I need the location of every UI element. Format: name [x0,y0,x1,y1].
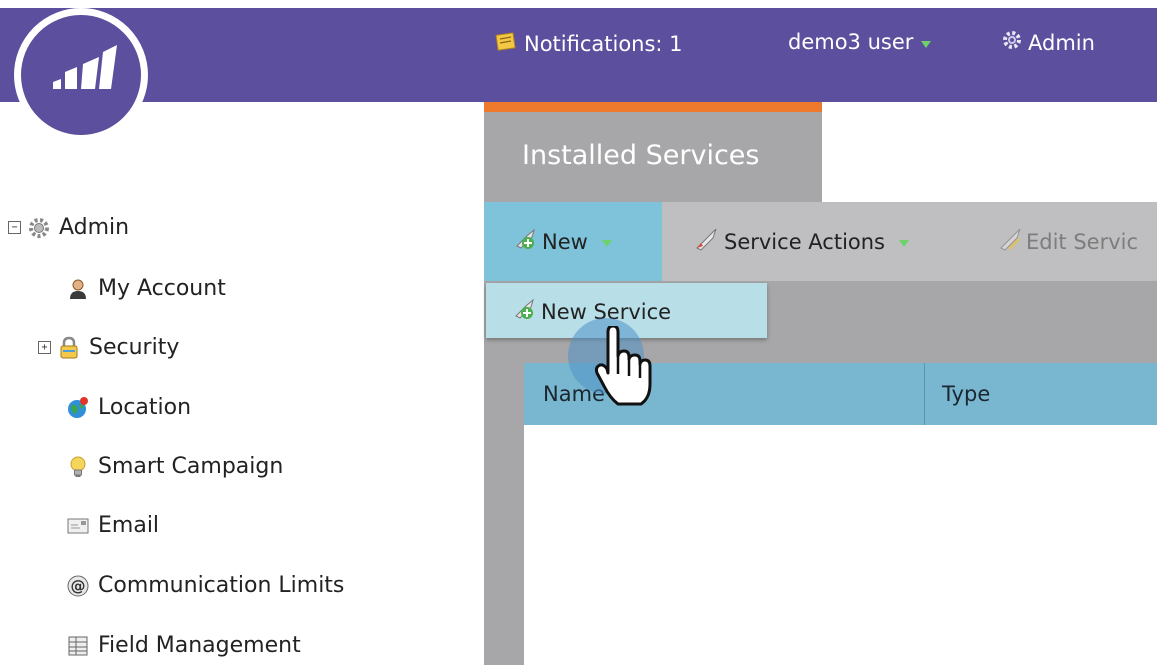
user-icon [66,277,90,301]
rocket-add-icon [514,226,540,257]
rocket-icon [694,226,720,257]
column-header-type[interactable]: Type [942,382,990,406]
sidebar-item-security[interactable]: + Security [38,335,179,360]
sidebar-item-label: Communication Limits [98,573,345,598]
notifications-link[interactable]: Notifications: 1 [494,30,683,57]
sidebar-item-label: Security [89,335,180,360]
service-actions-button[interactable]: Service Actions [694,226,909,257]
user-label: demo3 user [788,30,914,54]
sidebar-item-label: Smart Campaign [98,454,284,479]
tab-installed-services[interactable]: Installed Services [522,140,759,171]
sidebar-item-field-management[interactable]: Field Management [66,633,301,658]
sidebar-item-label: Email [98,513,160,538]
column-divider[interactable] [924,363,925,425]
sidebar-item-label: Location [98,395,192,420]
new-button[interactable]: New [514,226,612,257]
sidebar-item-admin[interactable]: − Admin [8,215,129,240]
edit-service-button[interactable]: Edit Servic [998,226,1138,257]
sidebar-item-label: My Account [98,276,226,301]
rocket-add-icon [513,296,539,327]
sidebar-item-my-account[interactable]: My Account [66,276,226,301]
sidebar-item-communication-limits[interactable]: @ Communication Limits [66,573,344,598]
chevron-down-icon [921,40,932,48]
sidebar-item-label: Admin [59,215,130,240]
tab-strip-background [822,102,1157,202]
admin-label: Admin [1028,30,1095,55]
rocket-edit-icon [998,226,1024,257]
hand-cursor-icon [594,324,652,414]
sidebar-item-label: Field Management [98,633,301,658]
table-icon [66,634,90,658]
service-actions-label: Service Actions [724,229,885,254]
chevron-down-icon [899,240,909,247]
collapse-icon[interactable]: − [8,221,21,234]
lock-icon [57,336,81,360]
active-tab-indicator [484,102,822,112]
expand-icon[interactable]: + [38,341,51,354]
user-menu[interactable]: demo3 user [788,30,932,54]
marketo-logo[interactable] [14,8,148,142]
gear-icon [1002,30,1022,55]
at-sign-icon: @ [66,574,90,598]
edit-service-label: Edit Servic [1026,229,1139,254]
new-label: New [542,229,588,254]
logo-bars-icon [53,45,117,89]
lightbulb-icon [66,455,90,479]
svg-text:@: @ [71,577,86,595]
sidebar-item-location[interactable]: Location [66,395,191,420]
gear-icon [27,216,51,240]
globe-icon [66,396,90,420]
admin-link[interactable]: Admin [1002,30,1095,55]
sidebar-item-email[interactable]: Email [66,513,159,538]
notification-icon [494,30,518,57]
notifications-label: Notifications: 1 [524,31,683,56]
email-icon [66,514,90,538]
chevron-down-icon [601,240,612,247]
sidebar-item-smart-campaign[interactable]: Smart Campaign [66,454,283,479]
